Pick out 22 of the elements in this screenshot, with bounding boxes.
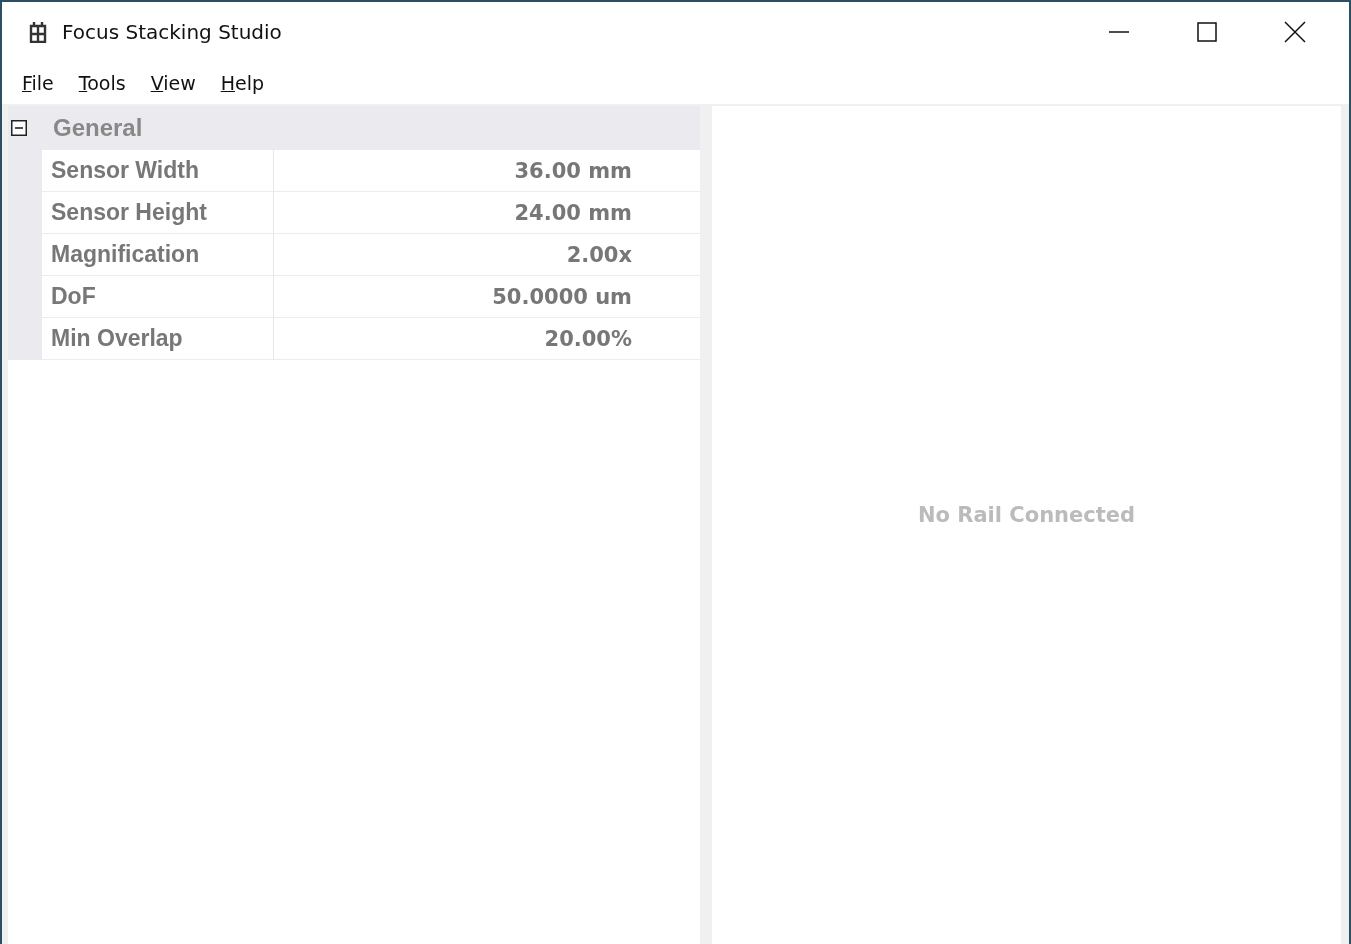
maximize-icon	[1196, 21, 1218, 43]
property-value[interactable]: 50.0000 um	[274, 276, 700, 318]
property-value[interactable]: 24.00 mm	[274, 192, 700, 234]
property-name: DoF	[42, 276, 274, 318]
status-message: No Rail Connected	[917, 503, 1136, 527]
app-icon	[28, 21, 48, 43]
window-title: Focus Stacking Studio	[62, 20, 282, 44]
property-value[interactable]: 36.00 mm	[274, 150, 700, 192]
property-name: Magnification	[42, 234, 274, 276]
property-value[interactable]: 20.00%	[274, 318, 700, 360]
menu-item[interactable]: Tools	[70, 72, 134, 94]
property-name: Sensor Width	[42, 150, 274, 192]
category-label: General	[53, 114, 143, 142]
property-name: Min Overlap	[42, 318, 274, 360]
collapse-icon[interactable]	[11, 120, 27, 136]
menu-item[interactable]: View	[142, 72, 204, 94]
property-value[interactable]: 2.00x	[274, 234, 700, 276]
minimize-icon	[1108, 31, 1130, 33]
menu-item[interactable]: Help	[212, 72, 273, 94]
property-name: Sensor Height	[42, 192, 274, 234]
close-icon	[1284, 21, 1306, 43]
menu-item[interactable]: File	[14, 72, 62, 94]
